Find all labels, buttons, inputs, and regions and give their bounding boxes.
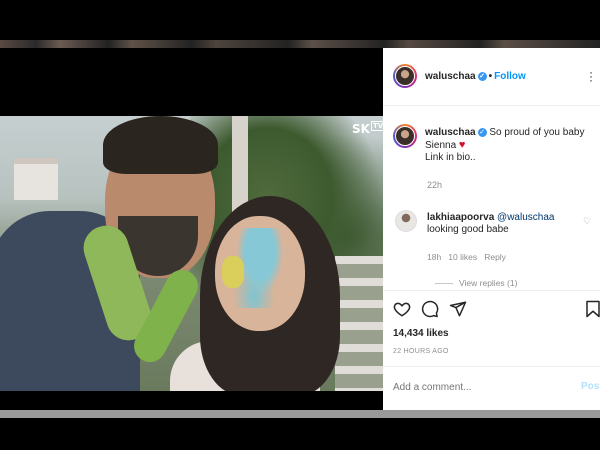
caption-author-avatar[interactable] xyxy=(393,124,417,148)
background-railing xyxy=(335,256,383,391)
commenter-avatar[interactable] xyxy=(395,210,417,232)
comment-author[interactable]: lakhiaapoorva xyxy=(427,212,494,223)
author-avatar[interactable] xyxy=(393,64,417,88)
post-photo: SK TV xyxy=(0,116,383,391)
post-age[interactable]: 22 HOURS AGO xyxy=(393,348,449,355)
feed-background-strip xyxy=(0,40,600,48)
post-media[interactable]: SK TV xyxy=(0,48,383,410)
feed-background-strip-bottom xyxy=(0,410,600,418)
yellow-paint xyxy=(222,256,244,288)
reply-button[interactable]: Reply xyxy=(484,252,506,262)
caption: waluschaa ✓ So proud of you baby Sienna ♥… xyxy=(425,127,590,164)
like-count[interactable]: 14,434 likes xyxy=(393,328,449,339)
view-replies-button[interactable]: View replies (1) xyxy=(435,278,517,288)
comment-mention[interactable]: @waluschaa xyxy=(497,212,554,223)
post-header: waluschaa ✓ • Follow · · · xyxy=(383,48,600,106)
divider xyxy=(383,290,600,291)
caption-text-line1: So proud of you baby xyxy=(489,127,585,138)
verified-badge-icon: ✓ xyxy=(477,71,487,81)
comment-icon[interactable] xyxy=(421,300,439,318)
comment-text: looking good babe xyxy=(427,224,509,235)
comment-likes[interactable]: 10 likes xyxy=(448,252,477,262)
comment-timestamp[interactable]: 18h xyxy=(427,252,441,262)
channel-watermark: SK TV xyxy=(352,121,383,136)
divider xyxy=(383,366,600,367)
post-side-panel: waluschaa ✓ • Follow · · · waluschaa ✓ So prou… xyxy=(383,48,600,410)
author-username[interactable]: waluschaa ✓ • Follow xyxy=(425,71,526,82)
man-hair xyxy=(103,116,218,174)
post-comment-button[interactable]: Post xyxy=(581,381,600,392)
verified-badge-icon: ✓ xyxy=(477,127,487,137)
like-heart-icon[interactable] xyxy=(393,300,411,318)
comment-like-heart-icon[interactable]: ♡ xyxy=(583,216,591,227)
comment: lakhiaapoorva @waluschaa looking good ba… xyxy=(427,212,577,236)
caption-author[interactable]: waluschaa xyxy=(425,127,476,138)
add-comment-input[interactable] xyxy=(393,382,563,393)
caption-timestamp[interactable]: 22h xyxy=(427,180,442,190)
share-icon[interactable] xyxy=(449,300,467,318)
red-heart-icon: ♥ xyxy=(458,139,466,151)
comment-meta: 18h 10 likes Reply xyxy=(427,252,506,262)
save-bookmark-icon[interactable] xyxy=(585,300,600,318)
caption-text-line2: Sienna xyxy=(425,140,457,151)
follow-button[interactable]: Follow xyxy=(494,71,526,82)
more-options-icon[interactable]: · · · xyxy=(588,66,594,86)
caption-text-line3: Link in bio.. xyxy=(425,152,476,163)
background-hut xyxy=(14,158,58,200)
